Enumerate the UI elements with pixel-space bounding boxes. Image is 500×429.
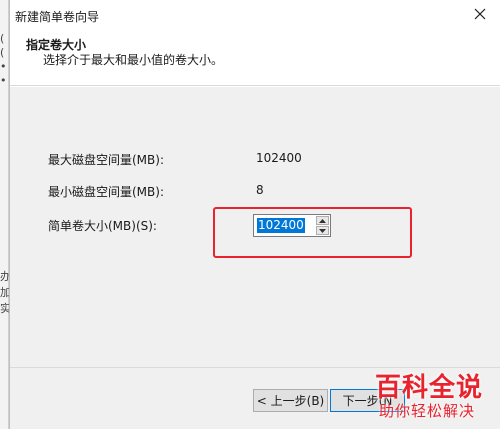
background-text-fragment: ( <box>0 46 5 59</box>
background-text-fragment: ( <box>0 32 5 45</box>
stepper-up-button[interactable] <box>316 216 329 225</box>
window-title: 新建简单卷向导 <box>15 10 100 24</box>
close-icon <box>474 8 486 20</box>
chevron-down-icon <box>319 228 326 233</box>
close-button[interactable] <box>469 4 491 24</box>
back-button[interactable]: < 上一步(B) <box>253 389 328 412</box>
min-space-label: 最小磁盘空间量(MB): <box>48 185 164 199</box>
background-text-fragment: • <box>0 74 7 87</box>
background-text-fragment: 加 <box>0 286 9 299</box>
title-bar[interactable]: 新建简单卷向导 <box>10 0 500 28</box>
volume-size-label: 简单卷大小(MB)(S): <box>48 219 157 233</box>
next-button[interactable]: 下一步(N <box>330 389 405 412</box>
volume-size-input[interactable] <box>256 217 312 234</box>
background-text-fragment: 实 <box>0 302 9 315</box>
stepper-buttons <box>316 216 329 235</box>
background-text-fragment: 办 <box>0 270 9 283</box>
stepper-down-button[interactable] <box>316 226 329 235</box>
new-simple-volume-wizard: 新建简单卷向导 指定卷大小 选择介于最大和最小值的卷大小。 最大磁盘空间量(MB… <box>9 0 500 429</box>
max-space-value: 102400 <box>256 151 302 165</box>
chevron-up-icon <box>319 218 326 223</box>
volume-size-stepper[interactable]: 102400 <box>253 214 331 237</box>
background-text-fragment: • <box>0 60 7 73</box>
max-space-label: 最大磁盘空间量(MB): <box>48 153 164 167</box>
wizard-footer: < 上一步(B) 下一步(N <box>10 367 500 429</box>
wizard-header: 指定卷大小 选择介于最大和最小值的卷大小。 <box>10 28 500 86</box>
min-space-value: 8 <box>256 183 264 197</box>
background-window-edge: ( ( • • 办 加 实 <box>0 0 9 429</box>
wizard-content: 最大磁盘空间量(MB): 102400 最小磁盘空间量(MB): 8 简单卷大小… <box>10 87 500 367</box>
page-subtitle: 选择介于最大和最小值的卷大小。 <box>43 53 224 67</box>
